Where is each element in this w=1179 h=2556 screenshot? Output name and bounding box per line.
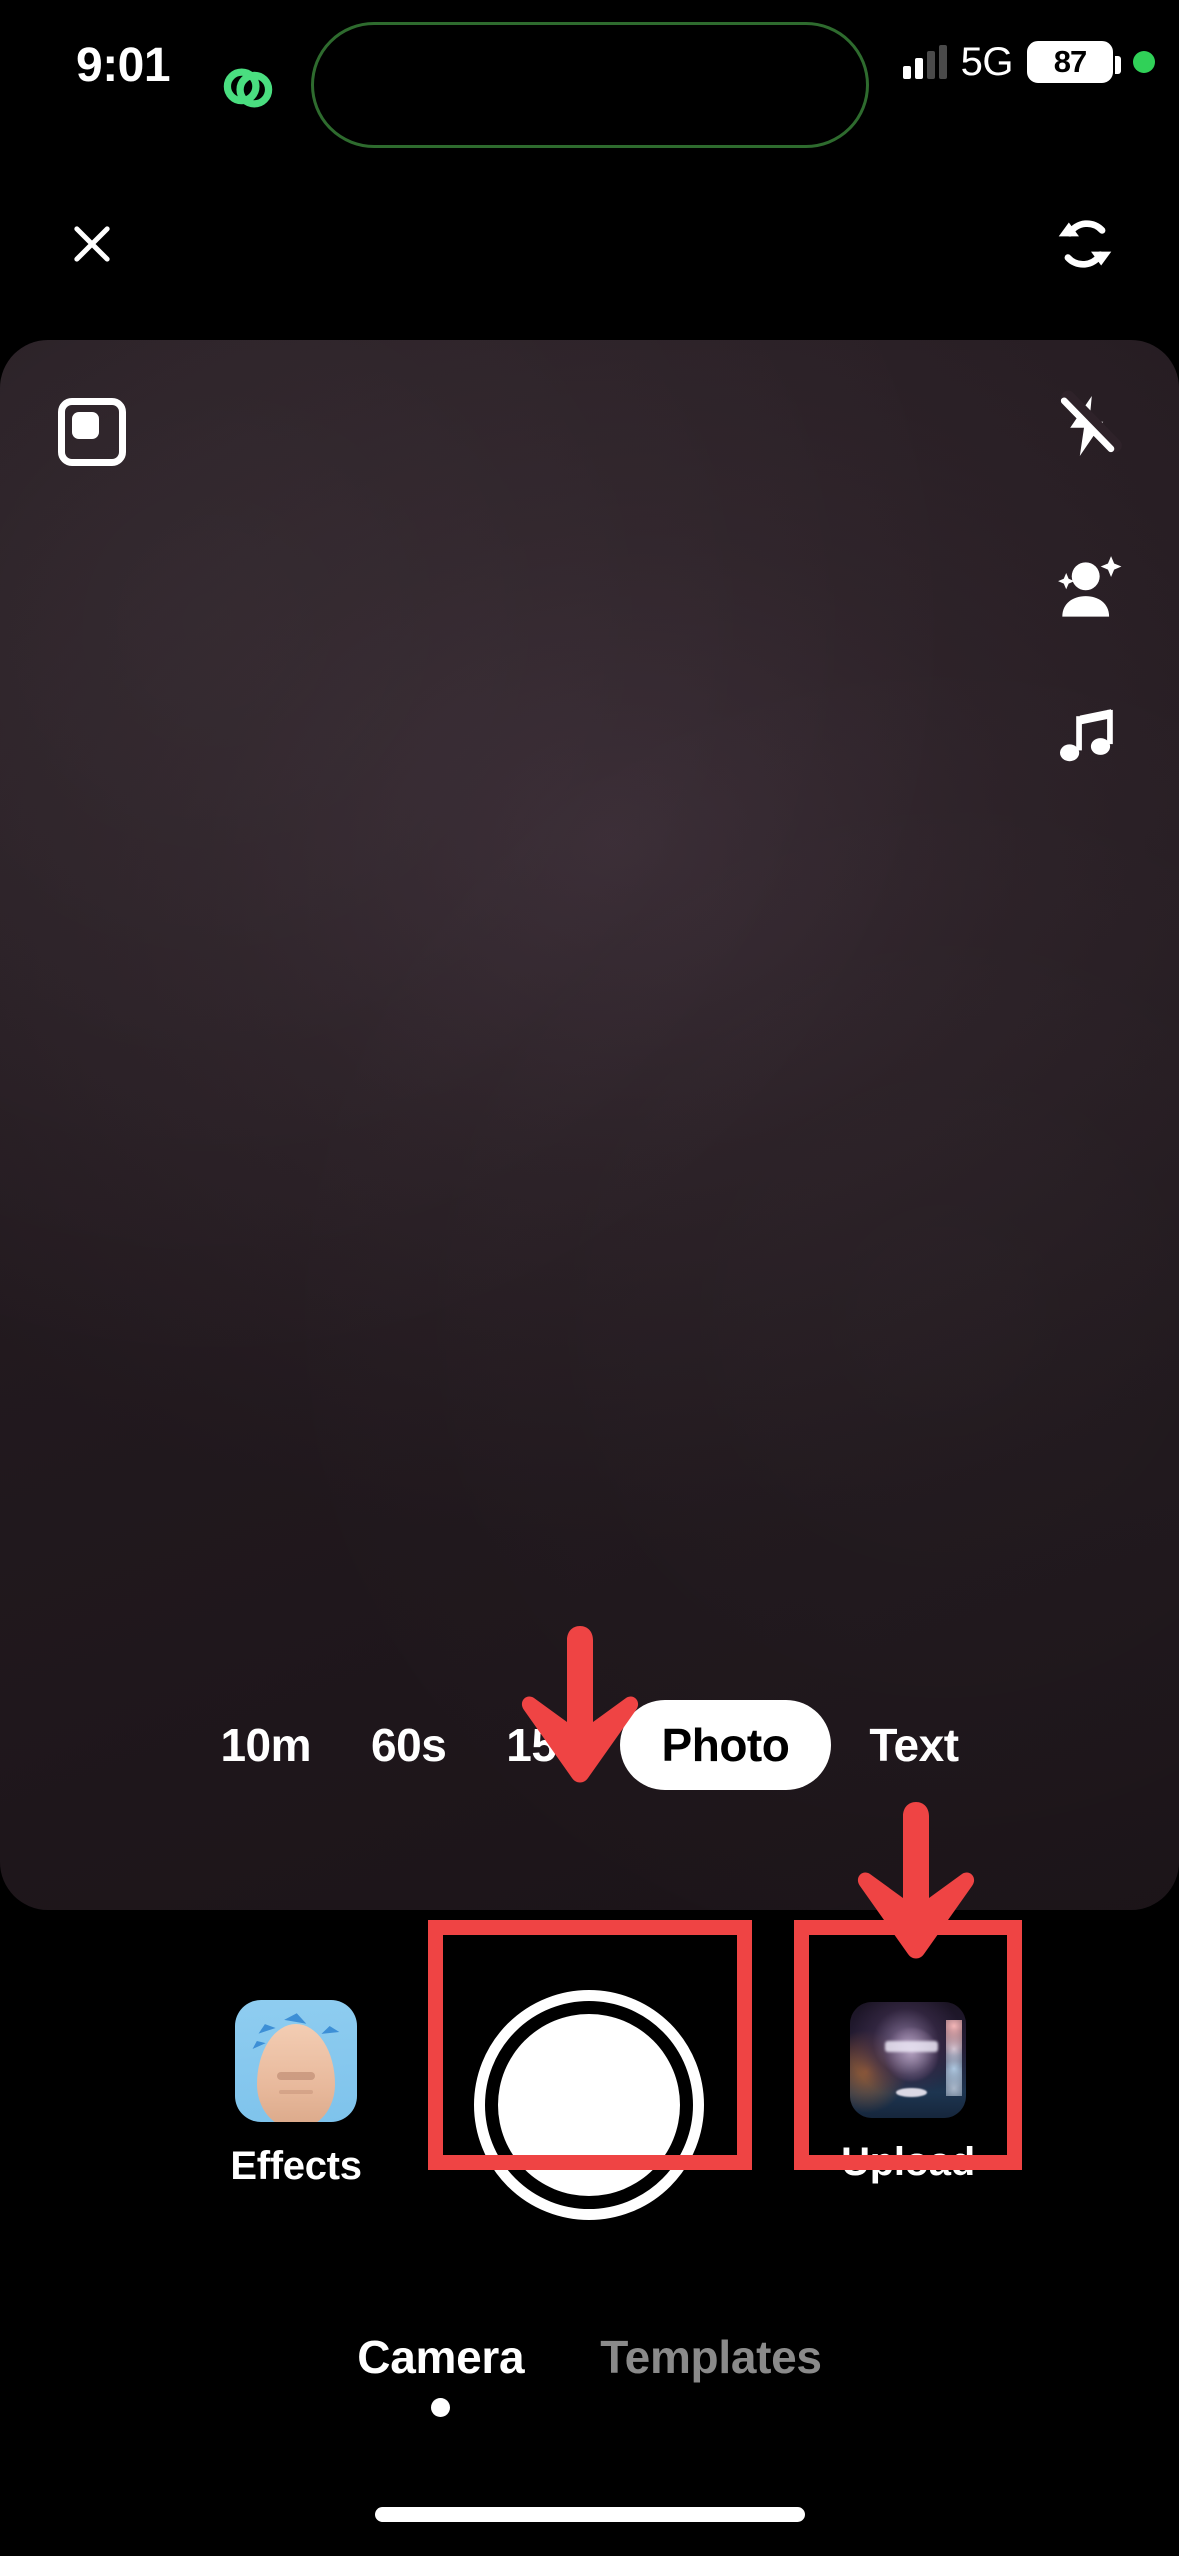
flash-off-icon [1060, 390, 1122, 456]
music-button[interactable] [1039, 688, 1135, 784]
status-bar-time: 9:01 [76, 39, 171, 92]
close-x-icon [74, 226, 110, 262]
effects-button[interactable]: Effects [196, 2000, 396, 2189]
active-tab-indicator-dot [431, 2398, 451, 2417]
beauty-enhance-button[interactable] [1039, 540, 1135, 636]
effects-face-icon [235, 2000, 357, 2122]
camera-preview[interactable]: 10m 60s 15s Photo Text [0, 340, 1179, 1910]
shutter-button-icon [498, 2014, 680, 2196]
tab-camera-label: Camera [357, 2331, 525, 2383]
mode-item-text[interactable]: Text [839, 1718, 988, 1772]
close-button[interactable] [56, 208, 128, 280]
mode-item-photo[interactable]: Photo [619, 1700, 832, 1790]
network-type-label: 5G [960, 39, 1014, 84]
mode-item-10m[interactable]: 10m [190, 1718, 341, 1772]
capture-controls: Effects Upload [0, 1940, 1179, 2280]
phone-screen: 9:01 5G 87 10m 60s 15s Photo Text Effect… [0, 0, 1179, 2556]
green-privacy-dot-icon [1133, 51, 1155, 73]
upload-thumbnail-icon [850, 2002, 966, 2118]
mode-item-15s[interactable]: 15s [476, 1718, 611, 1772]
upload-label: Upload [841, 2140, 975, 2184]
dynamic-island[interactable] [223, 22, 869, 148]
preview-texture [0, 340, 1179, 1910]
battery-icon: 87 [1027, 41, 1121, 83]
music-note-icon [1060, 709, 1113, 762]
status-bar-indicators: 5G 87 [902, 34, 1155, 90]
tab-templates-label: Templates [600, 2331, 822, 2383]
tab-camera[interactable]: Camera [357, 2330, 525, 2417]
mode-item-60s[interactable]: 60s [341, 1718, 476, 1772]
battery-level-label: 87 [1053, 44, 1087, 79]
beauty-person-sparkle-icon [1058, 556, 1122, 617]
flash-toggle-button[interactable] [1039, 378, 1135, 474]
bottom-tab-bar[interactable]: Camera Templates [0, 2330, 1179, 2460]
shutter-button[interactable] [474, 1990, 704, 2220]
capture-mode-selector[interactable]: 10m 60s 15s Photo Text [0, 1700, 1179, 1790]
link-loop-icon[interactable] [193, 33, 303, 143]
signal-bars-icon [902, 45, 947, 79]
status-bar: 9:01 5G 87 [0, 0, 1179, 150]
effects-label: Effects [230, 2144, 362, 2188]
flip-camera-button[interactable] [1041, 200, 1129, 288]
aspect-ratio-square-icon[interactable] [52, 392, 132, 472]
tab-templates[interactable]: Templates [600, 2330, 822, 2417]
camera-top-bar [0, 190, 1179, 340]
upload-button[interactable]: Upload [808, 2002, 1008, 2185]
flip-camera-icon [1058, 220, 1112, 268]
home-indicator[interactable] [374, 2507, 805, 2522]
